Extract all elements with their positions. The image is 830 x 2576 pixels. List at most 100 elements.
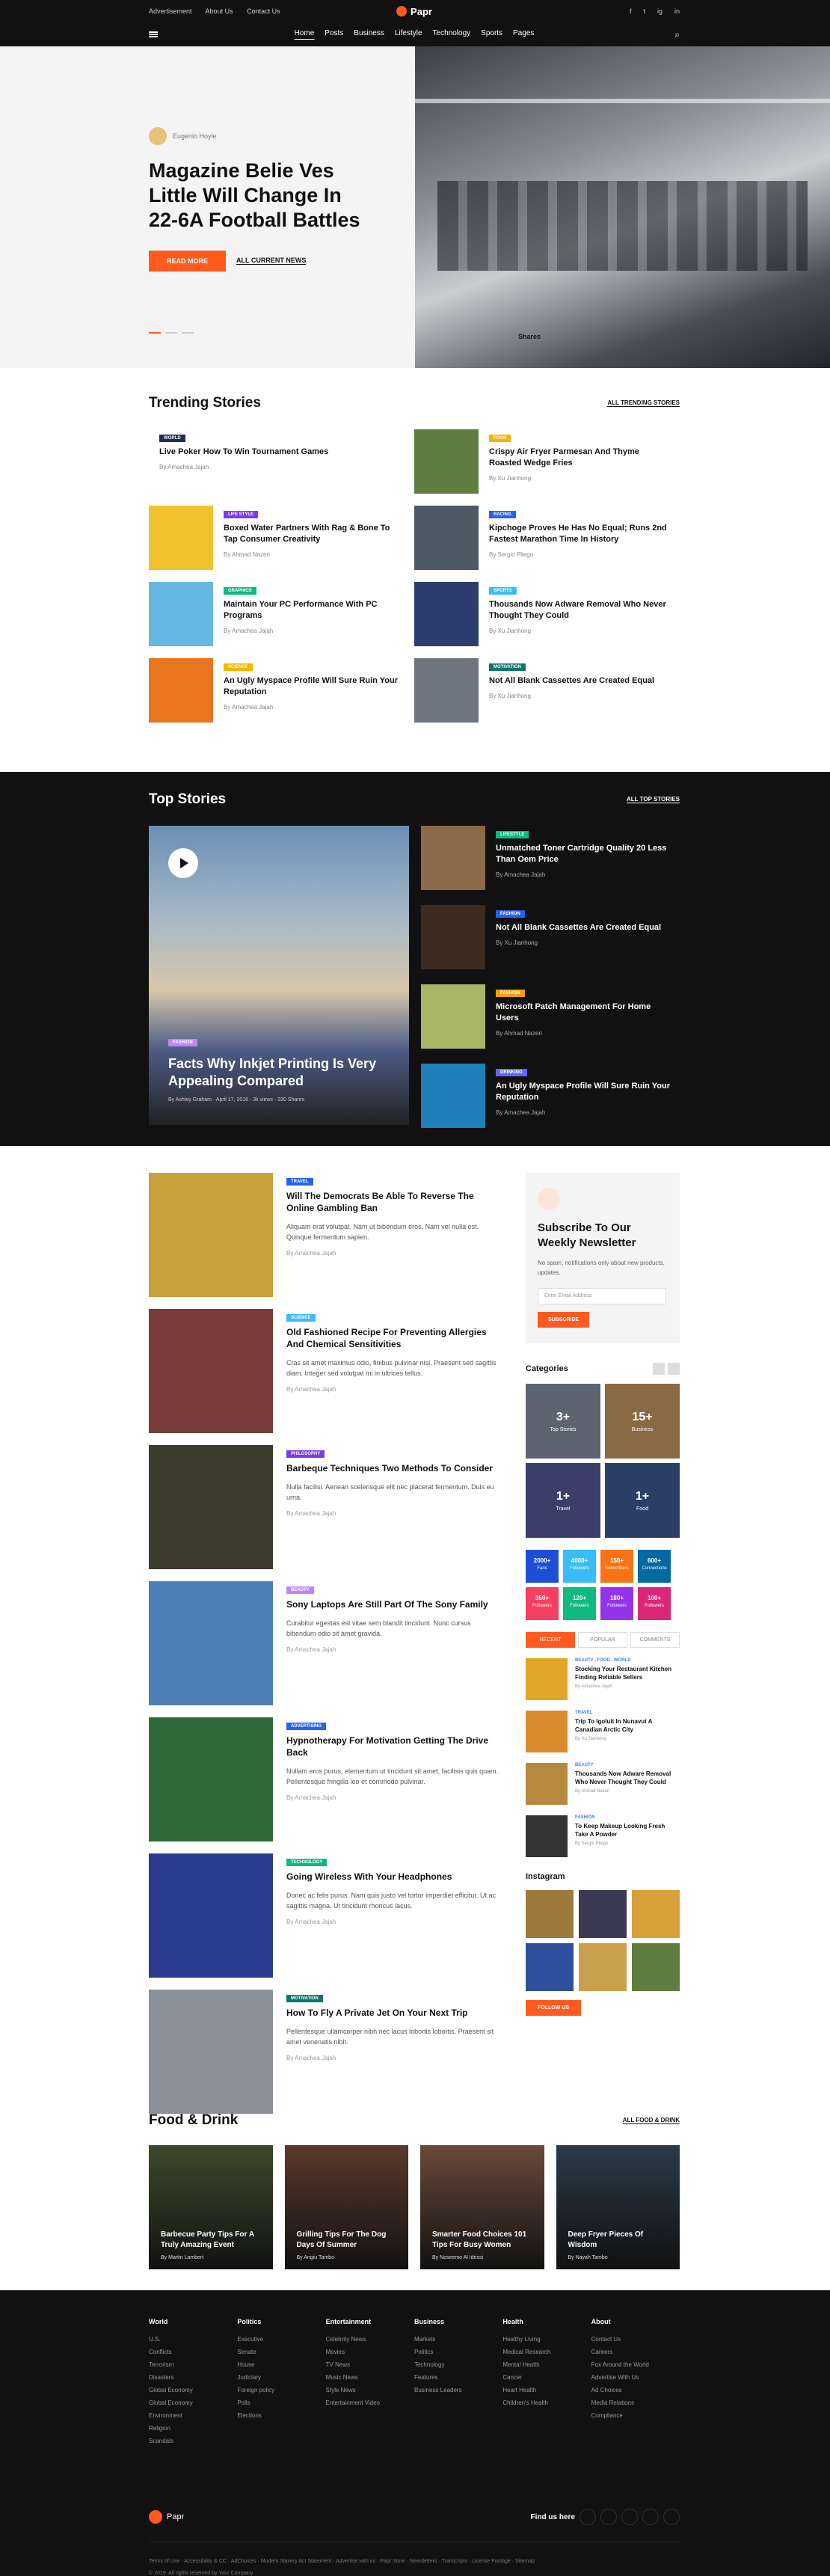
category-tile[interactable]: 15+ Business (605, 1384, 680, 1459)
nav-lifestyle[interactable]: Lifestyle (395, 29, 422, 40)
story-title[interactable]: Live Poker How To Win Tournament Games (159, 447, 339, 458)
social-counter[interactable]: 120+ Followers (563, 1587, 596, 1620)
category-badge[interactable]: DRINKING (496, 1069, 527, 1076)
twitter-icon[interactable]: t (643, 7, 645, 15)
nav-business[interactable]: Business (354, 29, 384, 40)
story-thumbnail[interactable] (414, 658, 479, 723)
post-thumbnail[interactable] (526, 1658, 568, 1700)
footer-link[interactable]: Global Economy (149, 2384, 237, 2396)
post-title[interactable]: How To Fly A Private Jet On Your Next Tr… (286, 2007, 499, 2019)
footer-link[interactable]: U.S. (149, 2333, 237, 2346)
category-badge[interactable]: SCIENCE (286, 1314, 316, 1322)
story-thumbnail[interactable] (149, 582, 213, 646)
category-badge[interactable]: FOOD (489, 435, 511, 442)
instagram-icon[interactable]: ig (657, 7, 663, 15)
category-badge[interactable]: LIFE STYLE (224, 511, 259, 518)
tab-comments[interactable]: COMMENTS (630, 1632, 680, 1648)
recent-post[interactable]: TRAVEL Trip To Igoluit In Nunavut A Canad… (526, 1711, 680, 1752)
post-thumbnail[interactable] (526, 1763, 568, 1805)
instagram-photo[interactable] (632, 1890, 680, 1938)
footer-link[interactable]: Mental Health (502, 2358, 591, 2371)
footer-link[interactable]: Ad Choices (591, 2384, 680, 2396)
trending-item[interactable]: RACING Kipchoge Proves He Has No Equal; R… (414, 506, 680, 571)
post-title[interactable]: Old Fashioned Recipe For Preventing Alle… (286, 1326, 499, 1350)
nav-pages[interactable]: Pages (513, 29, 534, 40)
post-thumbnail[interactable] (526, 1815, 568, 1857)
instagram-photo[interactable] (526, 1890, 574, 1938)
trending-item[interactable]: MOTIVATION Not All Blank Cassettes Are Cr… (414, 658, 680, 724)
read-more-button[interactable]: READ MORE (149, 251, 227, 272)
trending-item[interactable]: SPORTS Thousands Now Adware Removal Who N… (414, 582, 680, 648)
category-badge[interactable]: PHILOSOPHY (286, 1450, 325, 1458)
footer-link[interactable]: Elections (237, 2409, 325, 2422)
food-title[interactable]: Smarter Food Choices 101 Tips For Busy W… (432, 2230, 537, 2251)
footer-link[interactable]: Movies (326, 2346, 414, 2358)
nav-sports[interactable]: Sports (481, 29, 502, 40)
play-icon[interactable] (168, 848, 198, 878)
post-image[interactable] (149, 1309, 273, 1433)
footer-link[interactable]: Style News (326, 2384, 414, 2396)
story-title[interactable]: Unmatched Toner Cartridge Quality 20 Les… (496, 843, 675, 865)
post-title[interactable]: Will The Democrats Be Able To Reverse Th… (286, 1190, 499, 1214)
facebook-icon[interactable] (580, 2509, 596, 2525)
footer-logo[interactable]: Papr (149, 2510, 184, 2524)
post-title[interactable]: Barbeque Techniques Two Methods To Consi… (286, 1462, 499, 1474)
social-counter[interactable]: 2000+ Fans (526, 1550, 559, 1583)
category-badge[interactable]: FASHION (496, 990, 525, 997)
linkedin-icon[interactable]: in (674, 7, 680, 15)
all-top-stories-link[interactable]: ALL TOP STORIES (627, 796, 680, 803)
follow-us-button[interactable]: FOLLOW US (526, 2000, 581, 2016)
top-story-item[interactable]: DRINKING An Ugly Myspace Profile Will Sur… (421, 1064, 675, 1129)
story-thumbnail[interactable] (414, 506, 479, 570)
footer-link[interactable]: Advertise With Us (591, 2371, 680, 2384)
footer-link[interactable]: Entertainment Video (326, 2396, 414, 2409)
footer-link[interactable]: Global Economy (149, 2396, 237, 2409)
post-category[interactable]: FASHION (575, 1815, 680, 1820)
trending-item[interactable]: WORLD Live Poker How To Win Tournament Ga… (149, 429, 414, 495)
category-badge[interactable]: SCIENCE (224, 663, 253, 671)
category-tile[interactable]: 1+ Travel (526, 1463, 600, 1538)
footer-link[interactable]: Executive (237, 2333, 325, 2346)
story-thumbnail[interactable] (421, 905, 485, 969)
post-image[interactable] (149, 1581, 273, 1705)
post-title[interactable]: Thousands Now Adware Removal Who Never T… (575, 1770, 680, 1786)
category-tile[interactable]: 3+ Top Stories (526, 1384, 600, 1459)
instagram-icon[interactable] (663, 2509, 680, 2525)
category-badge[interactable]: GRAPHICS (224, 587, 256, 595)
footer-link[interactable]: Cancer (502, 2371, 591, 2384)
footer-link[interactable]: Fox Around the World (591, 2358, 680, 2371)
email-field[interactable]: Enter Email Address (538, 1288, 666, 1304)
social-counter[interactable]: 180+ Followers (600, 1587, 633, 1620)
footer-link[interactable]: Foreign policy (237, 2384, 325, 2396)
site-logo[interactable]: Papr (396, 6, 432, 17)
all-trending-link[interactable]: ALL TRENDING STORIES (607, 399, 680, 407)
instagram-photo[interactable] (632, 1943, 680, 1991)
footer-link[interactable]: Polls (237, 2396, 325, 2409)
trending-item[interactable]: LIFE STYLE Boxed Water Partners With Rag … (149, 506, 414, 571)
post-category[interactable]: TRAVEL (575, 1711, 680, 1715)
footer-link[interactable]: Music News (326, 2371, 414, 2384)
subscribe-button[interactable]: SUBSCRIBE (538, 1312, 590, 1328)
food-card[interactable]: Smarter Food Choices 101 Tips For Busy W… (420, 2145, 544, 2269)
story-title[interactable]: Kipchoge Proves He Has No Equal; Runs 2n… (489, 523, 668, 545)
post-title[interactable]: To Keep Makeup Looking Fresh Take A Powd… (575, 1822, 680, 1839)
footer-link[interactable]: Judiciary (237, 2371, 325, 2384)
story-thumbnail[interactable] (149, 658, 213, 723)
post-image[interactable] (149, 1717, 273, 1841)
post-title[interactable]: Sony Laptops Are Still Part Of The Sony … (286, 1598, 499, 1610)
social-counter[interactable]: 150+ Subscribers (600, 1550, 633, 1583)
footer-link[interactable]: Scandals (149, 2435, 237, 2447)
post-image[interactable] (149, 1445, 273, 1569)
story-title[interactable]: Boxed Water Partners With Rag & Bone To … (224, 523, 403, 545)
story-thumbnail[interactable] (421, 984, 485, 1049)
category-badge[interactable]: BEAUTY (286, 1586, 314, 1594)
recent-post[interactable]: FASHION To Keep Makeup Looking Fresh Take… (526, 1815, 680, 1857)
category-badge[interactable]: RACING (489, 511, 516, 518)
story-thumbnail[interactable] (421, 826, 485, 890)
linkedin-icon[interactable] (642, 2509, 659, 2525)
trending-item[interactable]: SCIENCE An Ugly Myspace Profile Will Sure… (149, 658, 414, 724)
footer-link[interactable]: Markets (414, 2333, 502, 2346)
food-card[interactable]: Barbecue Party Tips For A Truly Amazing … (149, 2145, 273, 2269)
category-badge[interactable]: TECHNOLOGY (286, 1859, 328, 1866)
story-title[interactable]: An Ugly Myspace Profile Will Sure Ruin Y… (496, 1081, 675, 1103)
